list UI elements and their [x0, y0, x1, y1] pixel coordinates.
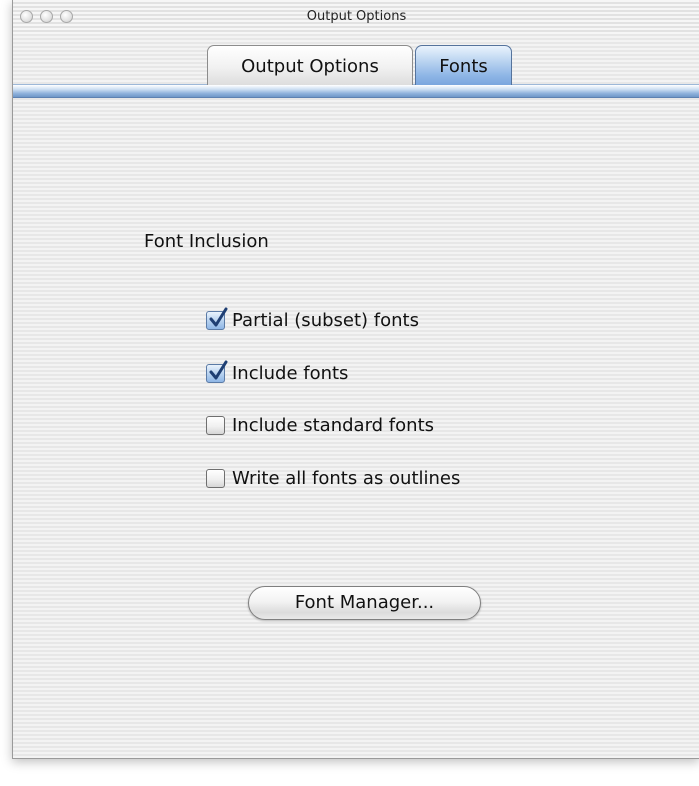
write-fonts-as-outlines-label: Write all fonts as outlines	[232, 467, 461, 489]
font-inclusion-heading: Font Inclusion	[144, 231, 269, 252]
include-standard-fonts-checkbox[interactable]	[206, 415, 225, 435]
include-standard-fonts-label: Include standard fonts	[232, 414, 434, 436]
tab-output-options[interactable]: Output Options	[207, 45, 413, 85]
include-fonts-label: Include fonts	[232, 362, 349, 384]
checkmark-icon	[209, 307, 228, 326]
partial-subset-fonts-checkbox[interactable]	[206, 307, 228, 330]
include-fonts-option[interactable]: Include fonts	[206, 360, 348, 386]
include-standard-fonts-option[interactable]: Include standard fonts	[206, 412, 434, 438]
tab-strip-divider	[13, 84, 699, 98]
output-options-window: Output Options Output Options Fonts Font…	[12, 0, 699, 759]
include-fonts-checkbox[interactable]	[206, 360, 228, 383]
tab-fonts[interactable]: Fonts	[415, 45, 512, 85]
checkmark-icon	[209, 360, 228, 379]
title-bar[interactable]: Output Options	[13, 0, 699, 34]
window-title: Output Options	[306, 9, 407, 24]
write-fonts-as-outlines-checkbox[interactable]	[206, 468, 225, 488]
partial-subset-fonts-option[interactable]: Partial (subset) fonts	[206, 307, 419, 333]
write-fonts-as-outlines-option[interactable]: Write all fonts as outlines	[206, 465, 460, 491]
partial-subset-fonts-label: Partial (subset) fonts	[232, 309, 419, 331]
font-manager-button[interactable]: Font Manager...	[248, 586, 481, 620]
